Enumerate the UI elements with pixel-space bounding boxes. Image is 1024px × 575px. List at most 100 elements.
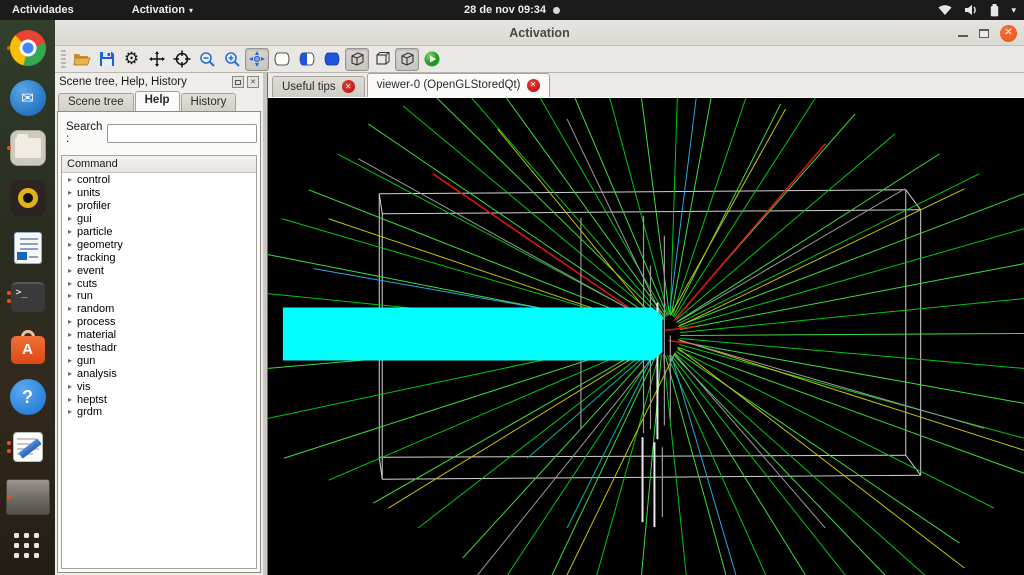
system-status-area[interactable]: ▾ <box>938 3 1016 17</box>
open-button[interactable] <box>70 48 94 71</box>
viewer-tab-viewer-0[interactable]: viewer-0 (OpenGLStoredQt) ✕ <box>366 73 550 97</box>
target-button[interactable] <box>170 48 194 71</box>
minimize-button[interactable] <box>958 35 968 37</box>
expand-arrow-icon[interactable]: ▸ <box>68 318 77 326</box>
expand-arrow-icon[interactable]: ▸ <box>68 344 77 352</box>
tree-item-event[interactable]: ▸ event <box>62 264 256 277</box>
command-tree-header[interactable]: Command <box>62 156 256 173</box>
tree-item-cuts[interactable]: ▸ cuts <box>62 277 256 290</box>
expand-arrow-icon[interactable]: ▸ <box>68 253 77 262</box>
app-menu-button[interactable]: Activation ▾ <box>132 4 193 16</box>
expand-arrow-icon[interactable]: ▸ <box>68 240 77 249</box>
dock-item-window-thumbnail[interactable] <box>5 475 50 518</box>
cube-wire-a-button[interactable] <box>344 47 369 71</box>
viewer-area: Useful tips ✕ viewer-0 (OpenGLStoredQt) ✕ <box>268 73 1024 575</box>
tree-item-grdm[interactable]: ▸ grdm <box>62 406 256 419</box>
expand-arrow-icon[interactable]: ▸ <box>68 382 77 391</box>
toolbar-drag-handle[interactable] <box>61 50 66 68</box>
cube-flat-button[interactable] <box>370 48 394 71</box>
dock-item-terminal[interactable]: >_ <box>6 276 50 319</box>
tree-item-testhadr[interactable]: ▸ testhadr <box>62 342 256 355</box>
style-outline-icon <box>273 50 291 68</box>
search-label: Search : <box>66 121 103 145</box>
tree-item-control[interactable]: ▸ control <box>62 174 256 187</box>
rotate-button[interactable] <box>244 47 269 71</box>
zoom-in-button[interactable] <box>220 48 244 71</box>
close-button[interactable]: ✕ <box>1000 24 1017 42</box>
dock-item-rhythmbox[interactable] <box>6 176 50 219</box>
cube-wire-b-button[interactable] <box>394 47 419 71</box>
expand-arrow-icon[interactable]: ▸ <box>68 215 77 223</box>
dock-item-libreoffice-writer[interactable] <box>6 226 50 269</box>
float-panel-button[interactable] <box>232 76 244 88</box>
dock-item-files[interactable] <box>6 127 50 170</box>
scene-help-history-panel: Scene tree, Help, History ✕ Scene tree He… <box>55 73 263 575</box>
zoom-out-button[interactable] <box>195 48 219 71</box>
wifi-icon <box>938 5 952 15</box>
expand-arrow-icon[interactable]: ▸ <box>68 369 77 378</box>
expand-arrow-icon[interactable]: ▸ <box>68 356 77 365</box>
tree-item-particle[interactable]: ▸ particle <box>62 226 256 239</box>
tree-item-material[interactable]: ▸ material <box>62 329 256 342</box>
target-icon <box>173 50 191 68</box>
tree-item-tracking[interactable]: ▸ tracking <box>62 251 256 264</box>
gear-button[interactable]: ⚙ <box>120 48 144 71</box>
save-button[interactable] <box>95 48 119 71</box>
expand-arrow-icon[interactable]: ▸ <box>68 202 77 210</box>
viewer-tab-useful[interactable]: Useful tips ✕ <box>272 76 365 97</box>
expand-arrow-icon[interactable]: ▸ <box>68 305 77 313</box>
expand-arrow-icon[interactable]: ▸ <box>68 228 77 236</box>
clock[interactable]: 28 de nov 09:34 <box>464 4 546 16</box>
tree-item-profiler[interactable]: ▸ profiler <box>62 200 256 213</box>
play-button[interactable] <box>420 48 444 71</box>
move-button[interactable] <box>145 48 169 71</box>
beam-volume <box>282 307 663 361</box>
activities-button[interactable]: Actividades <box>12 4 74 16</box>
style-solid-button[interactable] <box>320 48 344 71</box>
style-half-button[interactable] <box>295 48 319 71</box>
close-tab-icon[interactable]: ✕ <box>526 78 540 92</box>
expand-arrow-icon[interactable]: ▸ <box>68 395 77 404</box>
tree-item-heptst[interactable]: ▸ heptst <box>62 393 256 406</box>
dock-item-app-grid[interactable] <box>6 525 50 568</box>
tree-item-run[interactable]: ▸ run <box>62 290 256 303</box>
style-outline-button[interactable] <box>270 48 294 71</box>
maximize-button[interactable] <box>979 28 989 38</box>
tree-item-gui[interactable]: ▸ gui <box>62 213 256 226</box>
tree-item-process[interactable]: ▸ process <box>62 316 256 329</box>
cube-flat-icon <box>373 50 391 68</box>
dock-item-ubuntu-software[interactable]: A <box>6 326 50 369</box>
viewer-tab-bar: Useful tips ✕ viewer-0 (OpenGLStoredQt) ✕ <box>268 73 1024 98</box>
expand-arrow-icon[interactable]: ▸ <box>68 189 77 197</box>
expand-arrow-icon[interactable]: ▸ <box>68 331 77 339</box>
search-input[interactable] <box>107 123 258 143</box>
chrome-icon <box>9 30 46 67</box>
close-tab-icon[interactable]: ✕ <box>341 80 355 93</box>
tree-item-geometry[interactable]: ▸ geometry <box>62 238 256 251</box>
tree-item-analysis[interactable]: ▸ analysis <box>62 367 256 380</box>
dock-item-help[interactable]: ? <box>6 376 50 419</box>
title-bar[interactable]: Activation ✕ <box>55 20 1024 46</box>
running-indicator <box>6 494 11 499</box>
expand-arrow-icon[interactable]: ▸ <box>68 279 77 288</box>
viewer-svg <box>268 98 1024 575</box>
tree-item-units[interactable]: ▸ units <box>62 187 256 200</box>
expand-arrow-icon[interactable]: ▸ <box>68 266 77 275</box>
panel-title: Scene tree, Help, History <box>59 76 187 88</box>
tree-item-gun[interactable]: ▸ gun <box>62 354 256 367</box>
tab-scene-tree[interactable]: Scene tree <box>58 93 134 111</box>
dock-item-thunderbird[interactable]: ✉ <box>6 77 50 120</box>
panel-tab-bar: Scene tree Help History <box>55 90 263 111</box>
tree-item-random[interactable]: ▸ random <box>62 303 256 316</box>
dock-item-text-editor[interactable] <box>6 426 50 469</box>
expand-arrow-icon[interactable]: ▸ <box>68 176 77 184</box>
dock-item-chrome[interactable] <box>6 27 50 70</box>
close-panel-button[interactable]: ✕ <box>247 76 259 88</box>
running-indicator <box>6 291 11 304</box>
opengl-canvas[interactable] <box>268 98 1024 575</box>
expand-arrow-icon[interactable]: ▸ <box>68 292 77 300</box>
tree-item-vis[interactable]: ▸ vis <box>62 380 256 393</box>
expand-arrow-icon[interactable]: ▸ <box>68 408 77 416</box>
tab-help[interactable]: Help <box>134 91 180 111</box>
tab-history[interactable]: History <box>180 93 237 111</box>
